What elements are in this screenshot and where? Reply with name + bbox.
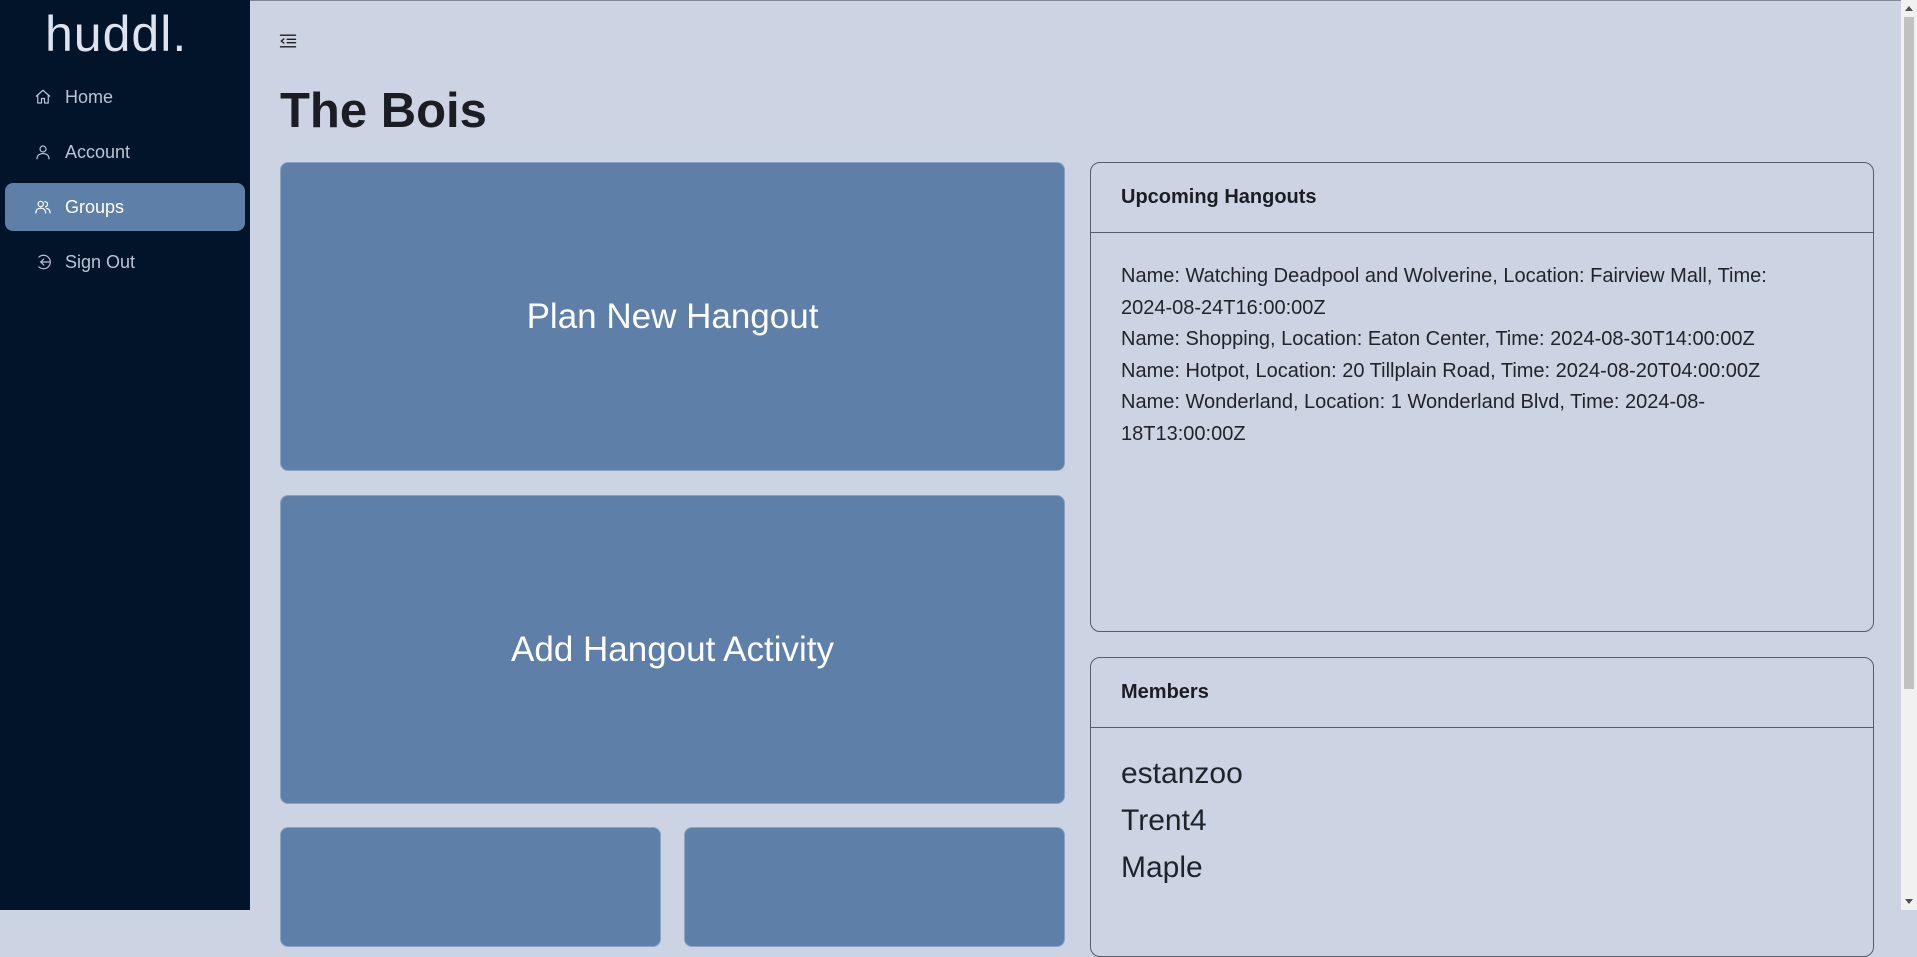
sign-out-icon bbox=[33, 252, 53, 272]
sidebar-item-account[interactable]: Account bbox=[5, 128, 245, 176]
action-tile[interactable] bbox=[280, 827, 661, 947]
add-hangout-activity-label: Add Hangout Activity bbox=[511, 629, 834, 669]
page-title: The Bois bbox=[280, 84, 487, 138]
hangout-item-text: Name: Watching Deadpool and Wolverine, L… bbox=[1121, 265, 1767, 287]
scroll-down-arrow-icon[interactable] bbox=[1901, 894, 1917, 910]
hangout-item-text: Name: Wonderland, Location: 1 Wonderland… bbox=[1121, 391, 1706, 413]
home-icon bbox=[33, 87, 53, 107]
sidebar-item-label: Groups bbox=[65, 196, 125, 217]
sidebar-nav: Home Account Groups Sign Out bbox=[5, 73, 245, 293]
user-icon bbox=[33, 142, 53, 162]
main-content: The Bois Plan New Hangout Add Hangout Ac… bbox=[250, 0, 1901, 957]
members-title: Members bbox=[1091, 658, 1873, 728]
sidebar-toggle-icon[interactable] bbox=[278, 31, 300, 53]
hangout-item-text: 2024-08-24T16:00:00Z bbox=[1121, 296, 1326, 319]
hangout-item-text: 18T13:00:00Z bbox=[1121, 422, 1246, 445]
scroll-up-arrow-icon[interactable] bbox=[1901, 0, 1917, 16]
plan-new-hangout-button[interactable]: Plan New Hangout bbox=[280, 162, 1065, 471]
sidebar: huddl. Home Account Groups Sign Out bbox=[0, 0, 250, 910]
sidebar-item-sign-out[interactable]: Sign Out bbox=[5, 238, 245, 286]
sidebar-item-label: Home bbox=[65, 86, 114, 107]
users-icon bbox=[33, 197, 53, 217]
member-name: estanzoo bbox=[1121, 757, 1243, 790]
sidebar-item-home[interactable]: Home bbox=[5, 73, 245, 121]
hangout-item-text: Name: Hotpot, Location: 20 Tillplain Roa… bbox=[1121, 359, 1761, 382]
action-tile[interactable] bbox=[684, 827, 1065, 947]
member-name: Trent4 bbox=[1121, 804, 1207, 837]
upcoming-hangouts-card: Upcoming Hangouts Name: Watching Deadpoo… bbox=[1090, 162, 1874, 632]
plan-new-hangout-label: Plan New Hangout bbox=[526, 296, 819, 336]
upcoming-hangouts-title: Upcoming Hangouts bbox=[1091, 163, 1873, 233]
sidebar-item-label: Account bbox=[65, 141, 131, 162]
members-card: Members estanzoo Trent4 Maple bbox=[1090, 657, 1874, 957]
upcoming-hangouts-list: Name: Watching Deadpool and Wolverine, L… bbox=[1091, 233, 1873, 450]
page-scrollbar[interactable] bbox=[1901, 0, 1917, 910]
app-logo[interactable]: huddl. bbox=[45, 4, 187, 64]
hangout-item-text: Name: Shopping, Location: Eaton Center, … bbox=[1121, 328, 1755, 350]
sidebar-item-groups[interactable]: Groups bbox=[5, 183, 245, 231]
scrollbar-thumb[interactable] bbox=[1904, 17, 1914, 689]
add-hangout-activity-button[interactable]: Add Hangout Activity bbox=[280, 495, 1065, 804]
member-name: Maple bbox=[1121, 851, 1203, 884]
sidebar-item-label: Sign Out bbox=[65, 251, 136, 272]
members-list: estanzoo Trent4 Maple bbox=[1091, 728, 1873, 891]
